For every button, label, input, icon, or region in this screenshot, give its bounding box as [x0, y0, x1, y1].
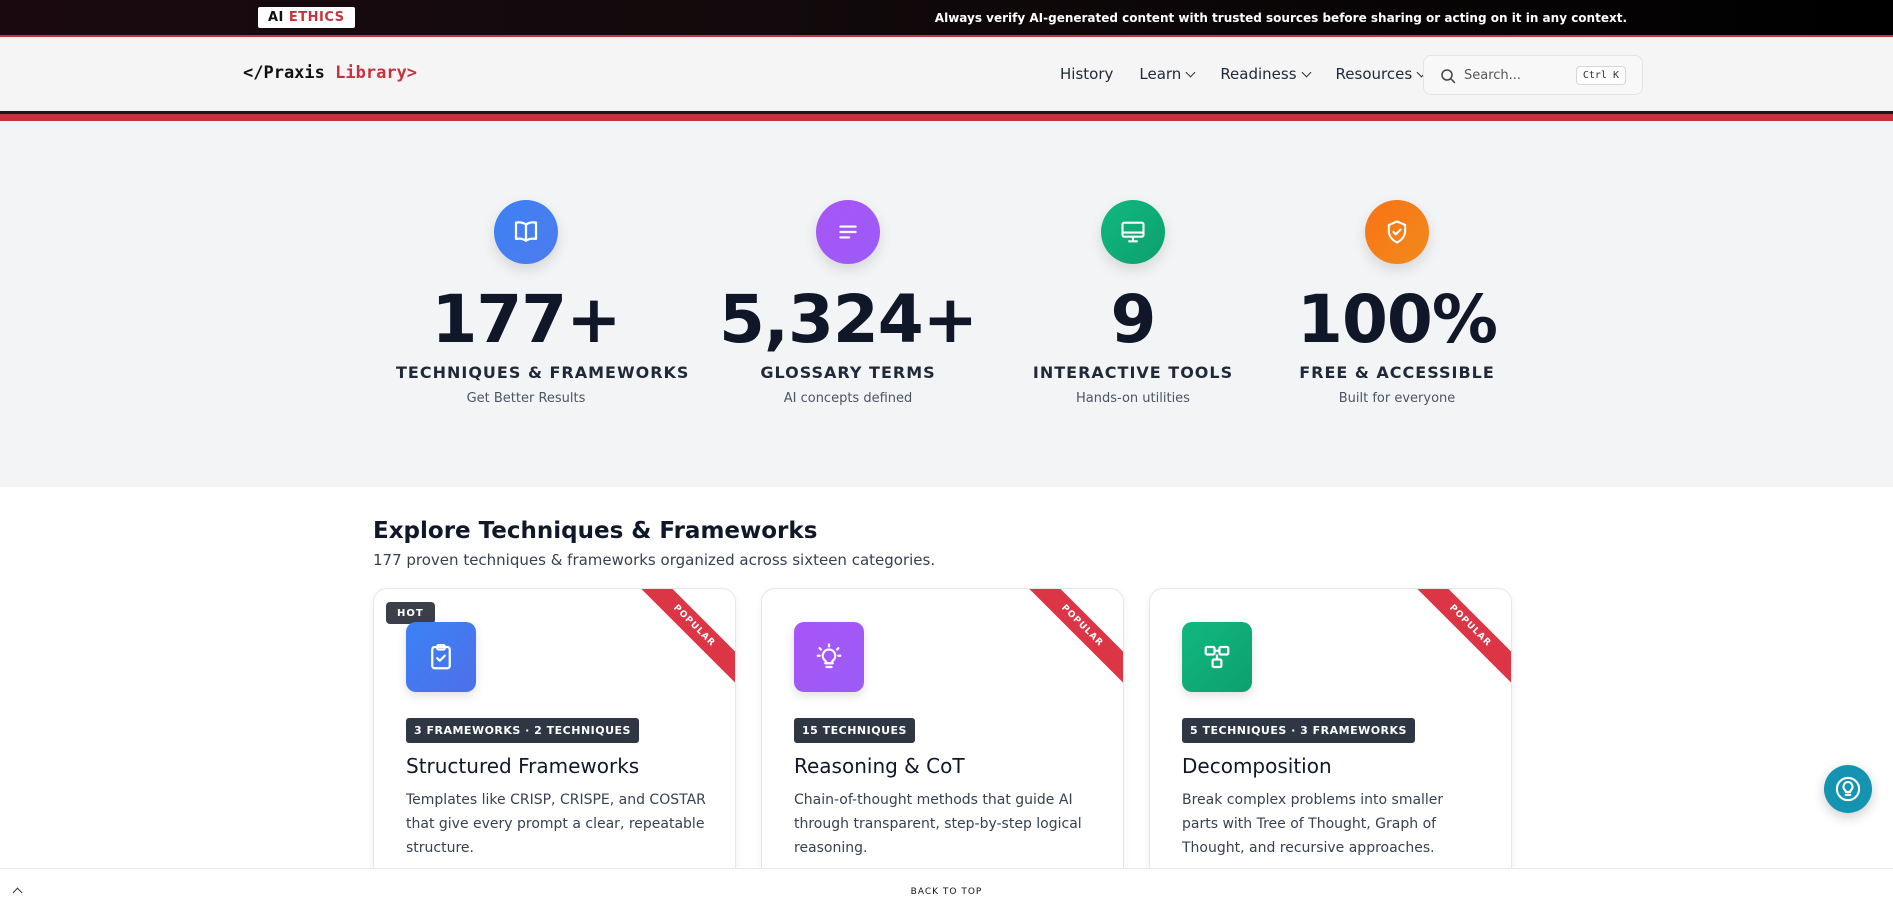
stat-free-value: 100% [1297, 281, 1498, 358]
card-title: Decomposition [1182, 754, 1332, 778]
stats-section: 177+ TECHNIQUES & FRAMEWORKS Get Better … [0, 121, 1893, 487]
nav-learn-label: Learn [1139, 65, 1182, 83]
stat-tools-label: INTERACTIVE TOOLS [1032, 363, 1234, 382]
stat-glossary-value: 5,324+ [718, 281, 978, 358]
popular-ribbon-label: POPULAR [1021, 589, 1123, 687]
stat-glossary-label: GLOSSARY TERMS [760, 363, 936, 382]
main-nav: History Learn Readiness Resources [1060, 65, 1451, 83]
card-description: Break complex problems into smaller part… [1182, 792, 1444, 856]
nav-history-label: History [1060, 65, 1114, 83]
popular-ribbon-label: POPULAR [1409, 589, 1511, 687]
nav-readiness-label: Readiness [1220, 65, 1297, 83]
logo-prefix: </Praxis [243, 63, 325, 83]
ai-ethics-badge[interactable]: AI ETHICS [258, 7, 355, 28]
nav-readiness[interactable]: Readiness [1220, 65, 1311, 83]
popular-ribbon-label: POPULAR [633, 589, 735, 687]
explore-title: Explore Techniques & Frameworks [373, 518, 818, 544]
header-divider [0, 111, 1893, 121]
stat-techniques-label: TECHNIQUES & FRAMEWORKS [396, 363, 690, 382]
back-to-top-label: BACK TO TOP [910, 887, 983, 897]
stat-glossary: 5,324+ GLOSSARY TERMS AI concepts define… [718, 200, 978, 406]
lightbulb-help-icon [1835, 776, 1861, 802]
blocks-icon [1182, 622, 1252, 692]
card-count-pill: 15 TECHNIQUES [794, 718, 915, 743]
logo-accent: Library> [335, 63, 418, 83]
stat-free-sub: Built for everyone [1338, 391, 1456, 406]
card-count-pill: 3 FRAMEWORKS · 2 TECHNIQUES [406, 718, 639, 743]
popular-ribbon: POPULAR [625, 589, 735, 699]
chevron-down-icon [1185, 67, 1196, 78]
nav-resources[interactable]: Resources [1335, 65, 1427, 83]
category-card-decomposition[interactable]: POPULAR 5 TECHNIQUES · 3 FRAMEWORKS Deco… [1149, 588, 1512, 911]
hot-badge: HOT [386, 602, 435, 624]
search-input[interactable] [1464, 65, 1574, 85]
search-box[interactable]: Ctrl K [1423, 55, 1643, 95]
ethics-banner: AI ETHICS Always verify AI-generated con… [0, 0, 1893, 37]
lines-icon [816, 200, 880, 264]
shield-check-icon [1365, 200, 1429, 264]
nav-history[interactable]: History [1060, 65, 1113, 83]
clipboard-check-icon [406, 622, 476, 692]
lightbulb-icon [794, 622, 864, 692]
stat-free: 100% FREE & ACCESSIBLE Built for everyon… [1267, 200, 1527, 406]
ethics-message: Always verify AI-generated content with … [934, 11, 1627, 25]
card-title: Reasoning & CoT [794, 754, 965, 778]
help-fab-button[interactable] [1824, 765, 1872, 813]
site-header: </Praxis Library> History Learn Readines… [0, 37, 1893, 113]
stat-techniques-value: 177+ [431, 281, 621, 358]
monitor-icon [1101, 200, 1165, 264]
badge-ai-text: AI [268, 10, 284, 25]
card-title: Structured Frameworks [406, 754, 640, 778]
stat-techniques: 177+ TECHNIQUES & FRAMEWORKS Get Better … [396, 200, 690, 406]
category-card-structured-frameworks[interactable]: POPULAR HOT 3 FRAMEWORKS · 2 TECHNIQUES … [373, 588, 736, 911]
back-to-top-bar[interactable]: BACK TO TOP [0, 868, 1893, 911]
stat-techniques-sub: Get Better Results [466, 391, 586, 406]
popular-ribbon: POPULAR [1013, 589, 1123, 699]
category-card-reasoning-cot[interactable]: POPULAR 15 TECHNIQUES Reasoning & CoT Ch… [761, 588, 1124, 911]
chevron-down-icon [1301, 67, 1311, 78]
site-logo[interactable]: </Praxis Library> [243, 63, 417, 83]
card-count-pill: 5 TECHNIQUES · 3 FRAMEWORKS [1182, 718, 1415, 743]
card-description: Templates like CRISP, CRISPE, and COSTAR… [406, 792, 706, 856]
nav-learn[interactable]: Learn [1139, 65, 1196, 83]
search-shortcut-hint: Ctrl K [1575, 66, 1626, 85]
popular-ribbon: POPULAR [1401, 589, 1511, 699]
stat-glossary-sub: AI concepts defined [783, 391, 913, 406]
explore-subtitle: 177 proven techniques & frameworks organ… [373, 551, 936, 569]
stat-tools: 9 INTERACTIVE TOOLS Hands-on utilities [1003, 200, 1263, 406]
stat-tools-sub: Hands-on utilities [1076, 391, 1190, 406]
stat-free-label: FREE & ACCESSIBLE [1299, 363, 1495, 382]
nav-resources-label: Resources [1335, 65, 1413, 83]
stat-tools-value: 9 [1110, 281, 1157, 358]
search-icon [1441, 69, 1456, 84]
book-icon [494, 200, 558, 264]
card-description: Chain-of-thought methods that guide AI t… [794, 792, 1082, 856]
badge-ethics-text: ETHICS [288, 10, 345, 25]
